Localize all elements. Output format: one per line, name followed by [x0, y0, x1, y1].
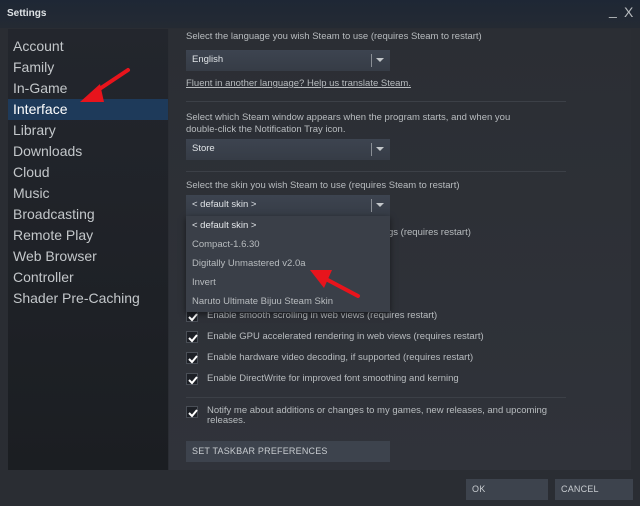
sidebar-item-cloud[interactable]: Cloud	[8, 162, 168, 183]
start-window-value: Store	[192, 143, 215, 154]
skin-dropdown-menu: < default skin > Compact-1.6.30 Digitall…	[186, 216, 390, 312]
checkmark-icon	[188, 355, 198, 364]
settings-sidebar: Account Family In-Game Interface Library…	[8, 29, 168, 470]
sidebar-item-shader-pre-caching[interactable]: Shader Pre-Caching	[8, 288, 168, 309]
sidebar-item-music[interactable]: Music	[8, 183, 168, 204]
skin-option-compact[interactable]: Compact-1.6.30	[186, 235, 390, 254]
checkbox-label: Enable DirectWrite for improved font smo…	[207, 373, 459, 384]
checkbox[interactable]	[186, 373, 198, 385]
skin-dropdown[interactable]: < default skin >	[186, 195, 390, 216]
dropdown-separator	[371, 54, 372, 67]
minimize-icon[interactable]: _	[609, 2, 617, 18]
checkmark-icon	[188, 334, 198, 343]
chevron-down-icon	[376, 58, 384, 62]
skin-value: < default skin >	[192, 199, 257, 210]
skin-option-naruto[interactable]: Naruto Ultimate Bijuu Steam Skin	[186, 292, 390, 311]
sidebar-item-in-game[interactable]: In-Game	[8, 78, 168, 99]
checkbox[interactable]	[186, 331, 198, 343]
ok-button[interactable]: OK	[466, 479, 548, 500]
start-window-label-line2: double-click the Notification Tray icon.	[186, 124, 346, 135]
checkbox-label: Enable hardware video decoding, if suppo…	[207, 352, 474, 363]
sidebar-item-web-browser[interactable]: Web Browser	[8, 246, 168, 267]
sidebar-item-family[interactable]: Family	[8, 57, 168, 78]
translate-link[interactable]: Fluent in another language? Help us tran…	[186, 78, 411, 89]
sidebar-item-interface[interactable]: Interface	[8, 99, 168, 120]
language-dropdown[interactable]: English	[186, 50, 390, 71]
checkmark-icon	[188, 313, 198, 322]
notify-label-line1: Notify me about additions or changes to …	[207, 405, 548, 416]
skin-option-digitally-unmastered[interactable]: Digitally Unmastered v2.0a	[186, 254, 390, 273]
title-bar: Settings _ X	[0, 0, 640, 28]
notify-label-line2: releases.	[207, 415, 246, 426]
divider	[186, 171, 566, 172]
skin-option-invert[interactable]: Invert	[186, 273, 390, 292]
checkbox[interactable]	[186, 406, 198, 418]
set-taskbar-preferences-button[interactable]: SET TASKBAR PREFERENCES	[186, 441, 390, 462]
window-title: Settings	[7, 8, 47, 19]
divider	[186, 101, 566, 102]
sidebar-item-broadcasting[interactable]: Broadcasting	[8, 204, 168, 225]
checkmark-icon	[188, 376, 198, 385]
checkbox[interactable]	[186, 352, 198, 364]
start-window-dropdown[interactable]: Store	[186, 139, 390, 160]
sidebar-item-downloads[interactable]: Downloads	[8, 141, 168, 162]
dropdown-separator	[371, 199, 372, 212]
divider	[186, 397, 566, 398]
chevron-down-icon	[376, 147, 384, 151]
sidebar-item-controller[interactable]: Controller	[8, 267, 168, 288]
skin-label: Select the skin you wish Steam to use (r…	[186, 180, 460, 191]
start-window-label-line1: Select which Steam window appears when t…	[186, 112, 511, 123]
sidebar-item-library[interactable]: Library	[8, 120, 168, 141]
chevron-down-icon	[376, 203, 384, 207]
cancel-button[interactable]: CANCEL	[555, 479, 633, 500]
language-value: English	[192, 54, 224, 65]
obscured-option-fragment: gs (requires restart)	[388, 227, 471, 238]
skin-option-default[interactable]: < default skin >	[186, 216, 390, 235]
checkbox-label: Enable GPU accelerated rendering in web …	[207, 331, 484, 342]
close-icon[interactable]: X	[624, 4, 633, 20]
checkmark-icon	[188, 409, 198, 418]
sidebar-item-account[interactable]: Account	[8, 36, 168, 57]
sidebar-item-remote-play[interactable]: Remote Play	[8, 225, 168, 246]
dropdown-separator	[371, 143, 372, 156]
language-label: Select the language you wish Steam to us…	[186, 31, 482, 42]
